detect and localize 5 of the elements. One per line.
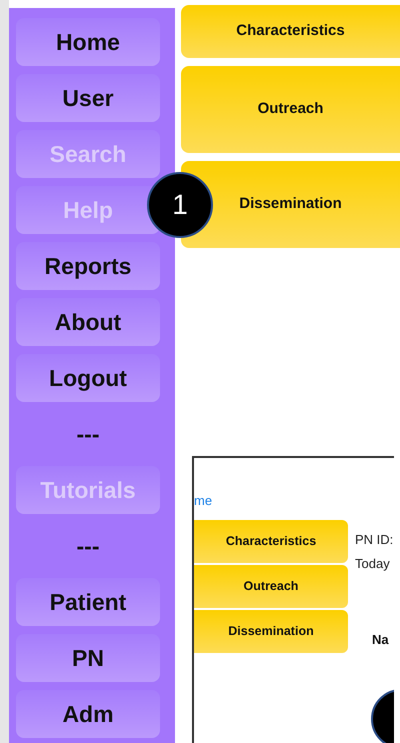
info-text: Today	[355, 555, 391, 573]
separator-text: ---	[76, 534, 100, 558]
separator-text: ---	[76, 422, 100, 446]
info-text: PN ID:	[355, 531, 394, 549]
heading-text: Na	[372, 631, 389, 649]
